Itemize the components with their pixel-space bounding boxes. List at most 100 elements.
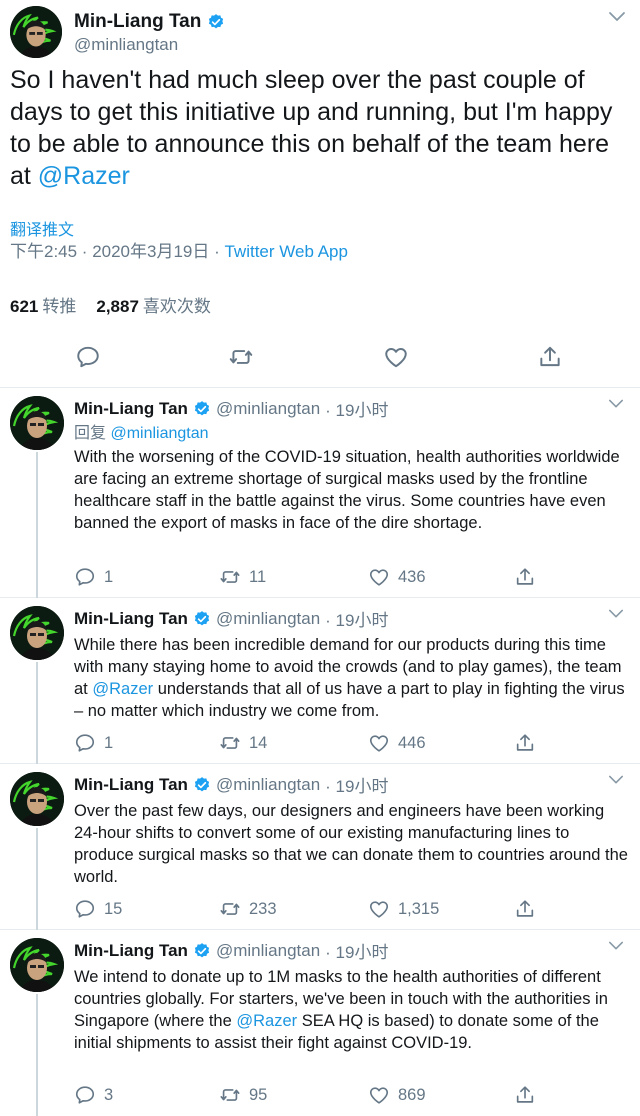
reply-actions: 1 14 446 <box>74 732 634 756</box>
verified-badge-icon <box>193 610 211 628</box>
like-count: 869 <box>398 1085 426 1104</box>
reply-button[interactable]: 15 <box>74 898 122 920</box>
author-name[interactable]: Min-Liang Tan <box>74 775 188 795</box>
thread-reply[interactable]: Min-Liang Tan @minliangtan · 19小时 While … <box>0 598 640 764</box>
tweet-timestamp[interactable]: 下午2:45 · 2020年3月19日 · <box>10 242 224 261</box>
retweet-button[interactable]: 14 <box>219 732 267 754</box>
thread-line <box>36 828 38 930</box>
avatar[interactable] <box>10 6 62 58</box>
reply-time[interactable]: · 19小时 <box>325 772 388 797</box>
share-button[interactable] <box>514 898 536 920</box>
retweet-button[interactable]: 11 <box>219 566 266 588</box>
chevron-down-icon[interactable] <box>608 10 626 24</box>
thread-line <box>36 452 38 598</box>
reply-count: 1 <box>104 567 114 586</box>
verified-badge-icon <box>193 942 211 960</box>
like-icon <box>368 898 390 920</box>
share-icon[interactable] <box>537 344 563 370</box>
avatar[interactable] <box>10 772 64 826</box>
retweet-count: 233 <box>249 899 277 918</box>
chevron-down-icon[interactable] <box>608 608 624 620</box>
retweet-count: 14 <box>249 733 268 752</box>
mention-link[interactable]: @Razer <box>92 680 153 698</box>
likes-count: 2,887 <box>96 297 139 316</box>
like-count: 1,315 <box>398 899 440 918</box>
author-name[interactable]: Min-Liang Tan <box>74 609 188 629</box>
avatar[interactable] <box>10 938 64 992</box>
reply-button[interactable]: 1 <box>74 732 113 754</box>
reply-button[interactable]: 1 <box>74 566 113 588</box>
reply-icon <box>74 1084 96 1106</box>
reply-actions: 1 11 436 <box>74 566 634 590</box>
reply-header: Min-Liang Tan @minliangtan · 19小时 <box>74 396 388 421</box>
author-handle[interactable]: @minliangtan <box>74 35 178 55</box>
reply-icon <box>74 566 96 588</box>
tweet-text: So I haven't had much sleep over the pas… <box>10 64 630 192</box>
replying-to-link[interactable]: @minliangtan <box>110 425 208 442</box>
reply-actions: 3 95 869 <box>74 1084 634 1108</box>
author-handle[interactable]: @minliangtan <box>216 775 320 795</box>
chevron-down-icon[interactable] <box>608 940 624 952</box>
thread-reply[interactable]: Min-Liang Tan @minliangtan · 19小时 We int… <box>0 930 640 1116</box>
share-button[interactable] <box>514 1084 536 1106</box>
author-name[interactable]: Min-Liang Tan <box>74 941 188 961</box>
likes-label: 喜欢次数 <box>142 297 211 316</box>
reply-button[interactable]: 3 <box>74 1084 113 1106</box>
retweet-count: 95 <box>249 1085 268 1104</box>
mention-link[interactable]: @Razer <box>236 1012 297 1030</box>
author-name[interactable]: Min-Liang Tan <box>74 399 188 419</box>
reply-header: Min-Liang Tan @minliangtan · 19小时 <box>74 772 388 797</box>
like-count: 436 <box>398 567 426 586</box>
retweet-icon <box>219 732 241 754</box>
chevron-down-icon[interactable] <box>608 774 624 786</box>
avatar[interactable] <box>10 396 64 450</box>
replying-to: 回复 @minliangtan <box>74 419 209 443</box>
thread-line <box>36 994 38 1116</box>
author-name[interactable]: Min-Liang Tan <box>74 11 201 33</box>
retweet-button[interactable]: 95 <box>219 1084 267 1106</box>
replying-to-label: 回复 <box>74 425 111 442</box>
share-icon <box>514 566 536 588</box>
author-handle[interactable]: @minliangtan <box>216 941 320 961</box>
author-handle[interactable]: @minliangtan <box>216 609 320 629</box>
avatar[interactable] <box>10 606 64 660</box>
verified-badge-icon <box>193 400 211 418</box>
like-icon <box>368 732 390 754</box>
retweet-button[interactable]: 233 <box>219 898 277 920</box>
retweets-count: 621 <box>10 297 39 316</box>
share-icon <box>514 1084 536 1106</box>
share-button[interactable] <box>514 732 536 754</box>
share-button[interactable] <box>514 566 536 588</box>
reply-header: Min-Liang Tan @minliangtan · 19小时 <box>74 606 388 631</box>
retweets-count-link[interactable]: 621 转推 <box>10 292 76 317</box>
like-icon[interactable] <box>383 344 409 370</box>
reply-icon[interactable] <box>75 344 101 370</box>
retweet-icon[interactable] <box>228 344 254 370</box>
thread-reply[interactable]: Min-Liang Tan @minliangtan · 19小时 Over t… <box>0 764 640 930</box>
author-handle[interactable]: @minliangtan <box>216 399 320 419</box>
reply-time[interactable]: · 19小时 <box>325 938 388 963</box>
retweet-count: 11 <box>249 567 267 586</box>
reply-icon <box>74 898 96 920</box>
reply-time[interactable]: · 19小时 <box>325 396 388 421</box>
likes-count-link[interactable]: 2,887 喜欢次数 <box>96 292 211 317</box>
retweets-label: 转推 <box>42 297 77 316</box>
reply-time[interactable]: · 19小时 <box>325 606 388 631</box>
reply-count: 1 <box>104 733 114 752</box>
like-button[interactable]: 446 <box>368 732 426 754</box>
verified-badge-icon <box>207 13 225 31</box>
like-button[interactable]: 869 <box>368 1084 426 1106</box>
mention-link[interactable]: @Razer <box>38 162 130 190</box>
tweet-client[interactable]: Twitter Web App <box>224 242 347 261</box>
reply-actions: 15 233 1,315 <box>74 898 634 922</box>
thread-reply[interactable]: Min-Liang Tan @minliangtan · 19小时 回复 @mi… <box>0 388 640 598</box>
reply-text: We intend to donate up to 1M masks to th… <box>74 966 630 1054</box>
like-button[interactable]: 436 <box>368 566 426 588</box>
chevron-down-icon[interactable] <box>608 398 624 410</box>
tweet-header: Min-Liang Tan @minliangtan <box>10 6 630 58</box>
verified-badge-icon <box>193 776 211 794</box>
reply-icon <box>74 732 96 754</box>
tweet-meta: 下午2:45 · 2020年3月19日 · Twitter Web App <box>10 237 348 262</box>
like-icon <box>368 566 390 588</box>
like-button[interactable]: 1,315 <box>368 898 439 920</box>
